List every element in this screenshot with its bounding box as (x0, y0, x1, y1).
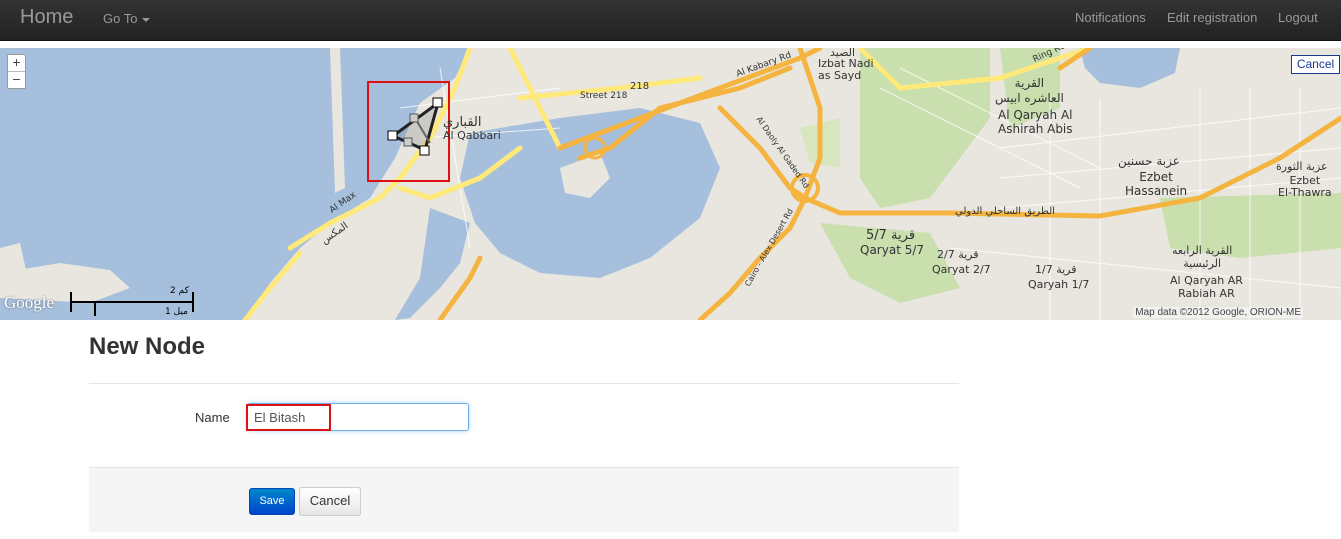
map-label: Qaryat 5/7 (860, 243, 925, 257)
map-cancel-button[interactable]: Cancel (1291, 55, 1340, 74)
notifications-link[interactable]: Notifications (1075, 10, 1146, 25)
divider (89, 383, 959, 384)
map-label: الطريق الساحلي الدولي (955, 206, 1055, 217)
top-navbar: Home Go To Notifications Edit registrati… (0, 0, 1341, 41)
map-label: Street 218 (580, 91, 628, 101)
map-label: Qaryah 1/7 (1028, 278, 1090, 291)
map-view[interactable]: + − Cancel القباري Al Qabbari Street 218… (0, 48, 1341, 320)
map-label: القرية الرابعه الرئيسية (1172, 244, 1233, 270)
save-button[interactable]: Save (249, 488, 295, 515)
zoom-control: + − (7, 54, 26, 89)
edit-registration-link[interactable]: Edit registration (1167, 10, 1257, 25)
google-logo: Google (4, 293, 55, 312)
zoom-in-button[interactable]: + (8, 55, 25, 71)
name-input[interactable] (247, 403, 469, 431)
map-label: القباري (443, 115, 482, 130)
map-label: قرية 2/7 (937, 248, 979, 261)
map-label: Ezbet Hassanein (1125, 170, 1188, 198)
map-attribution: Map data ©2012 Google, ORION-ME (1133, 307, 1303, 318)
home-link[interactable]: Home (20, 6, 73, 29)
logout-link[interactable]: Logout (1278, 10, 1318, 25)
name-label: Name (195, 410, 230, 425)
page-title: New Node (89, 333, 206, 360)
map-label: عزبة الثورة (1276, 160, 1328, 173)
map-label: 218 (630, 81, 650, 92)
scale-label-mile: 1 ميل (165, 307, 188, 317)
map-label: Al Qabbari (443, 129, 501, 142)
map-label: Al Qaryah AR Rabiah AR (1170, 274, 1243, 300)
map-label: قرية 5/7 (866, 228, 916, 243)
chevron-down-icon (142, 17, 151, 22)
form-actions: Save Cancel (89, 467, 959, 532)
map-label: عزبة حسنين (1118, 154, 1180, 168)
scale-label-km: 2 كم (170, 286, 189, 296)
cancel-button[interactable]: Cancel (299, 487, 361, 516)
map-label: Izbat Nadi as Sayd (818, 57, 874, 82)
map-label: القرية العاشره ابيس (995, 76, 1064, 105)
map-label: Al Qaryah Al Ashirah Abis (998, 108, 1073, 136)
zoom-out-button[interactable]: − (8, 71, 25, 88)
goto-label: Go To (103, 11, 138, 26)
goto-dropdown[interactable]: Go To (103, 11, 151, 26)
map-label: Qaryat 2/7 (932, 263, 991, 276)
map-label: Ezbet El-Thawra (1278, 174, 1332, 199)
map-label: قرية 1/7 (1035, 263, 1077, 276)
